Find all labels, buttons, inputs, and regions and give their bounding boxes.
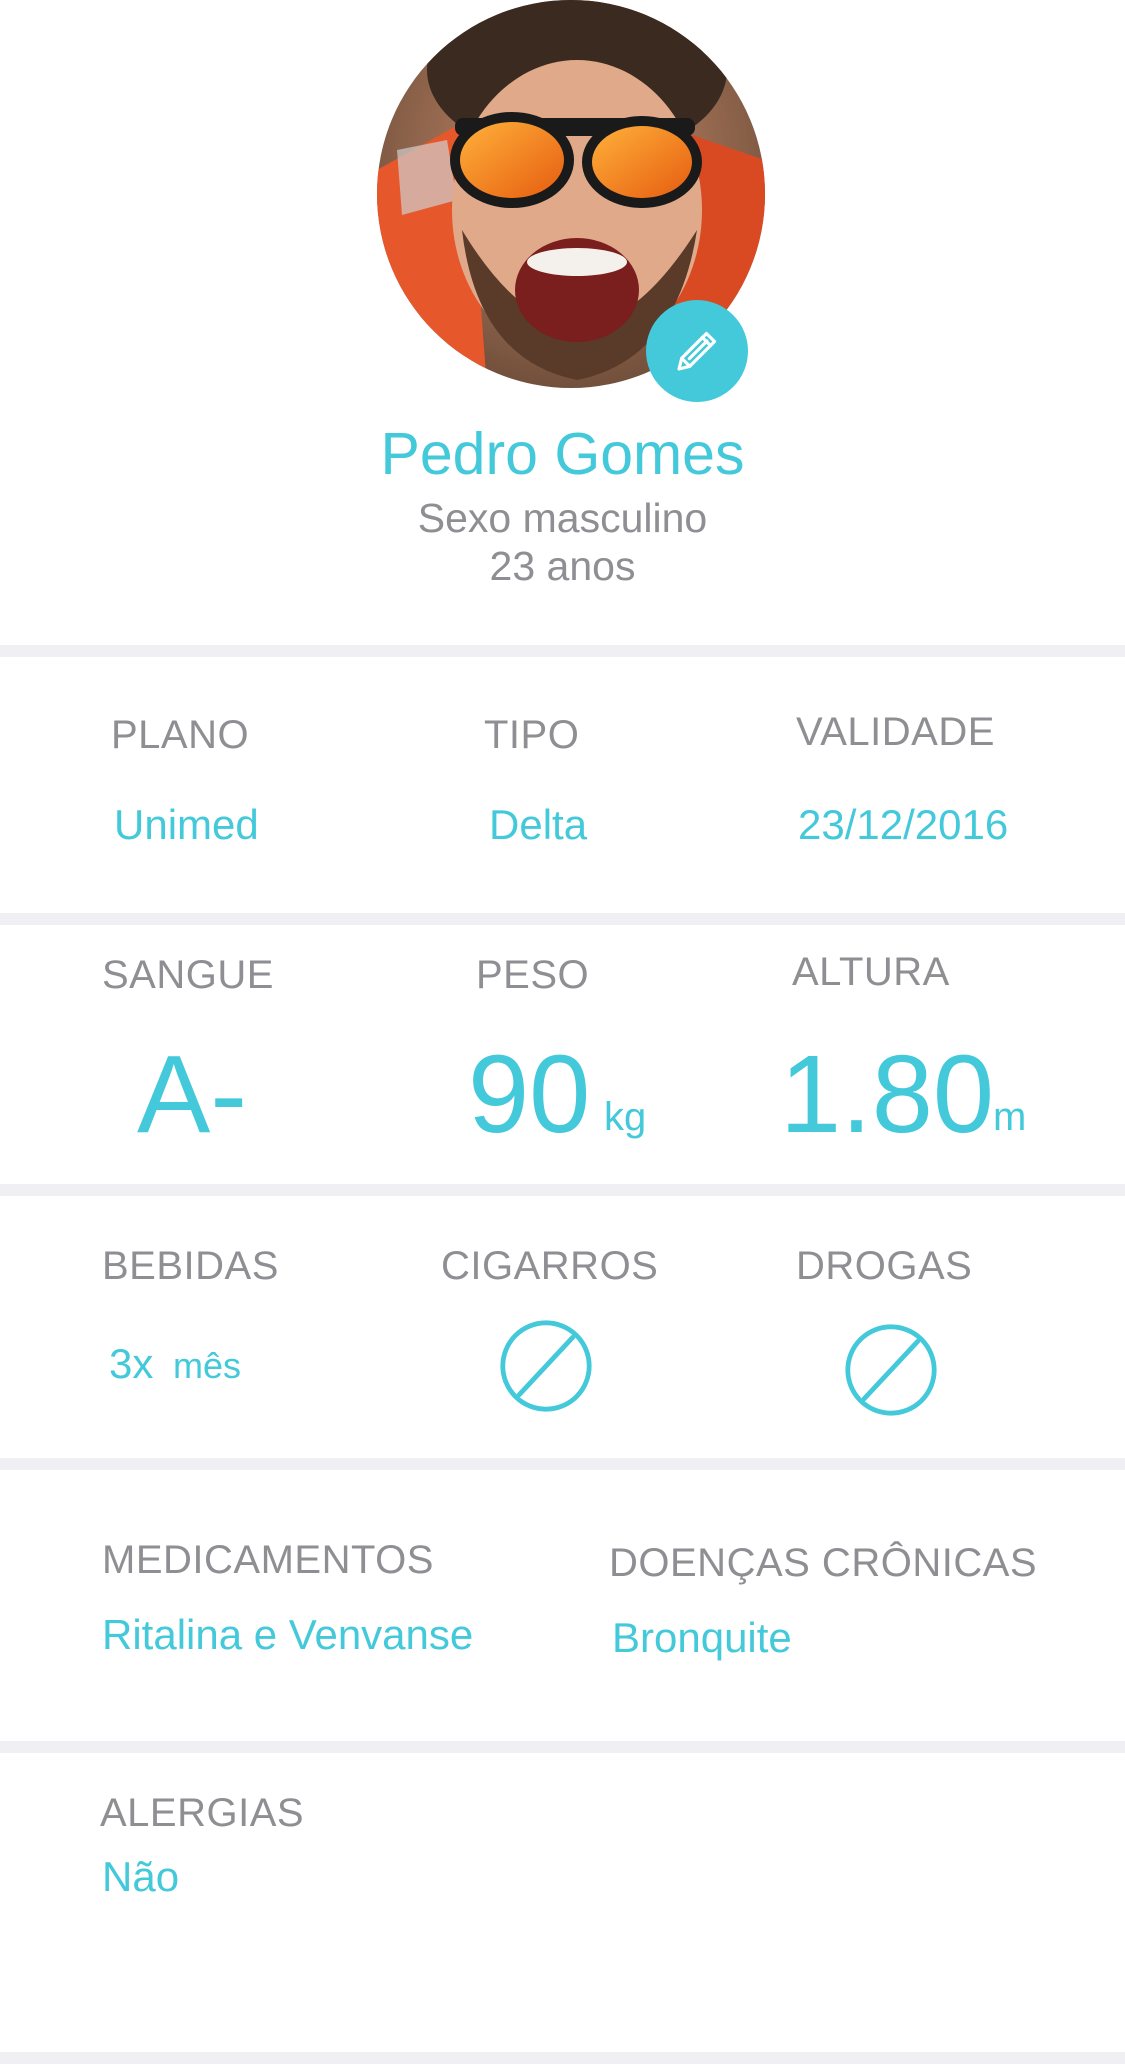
peso-unit: kg bbox=[604, 1095, 647, 1139]
sangue-value: A- bbox=[137, 1033, 247, 1156]
profile-name: Pedro Gomes bbox=[380, 421, 745, 487]
doencas-label: DOENÇAS CRÔNICAS bbox=[609, 1541, 1038, 1585]
altura-value: 1.80 bbox=[780, 1033, 995, 1156]
medicamentos-label: MEDICAMENTOS bbox=[102, 1538, 434, 1582]
alergias-label: ALERGIAS bbox=[100, 1791, 305, 1835]
doencas-value: Bronquite bbox=[612, 1614, 792, 1661]
cigarros-label: CIGARROS bbox=[441, 1244, 659, 1288]
bebidas-label: BEBIDAS bbox=[102, 1244, 279, 1288]
bebidas-value: 3x bbox=[109, 1340, 154, 1387]
plano-value: Unimed bbox=[114, 801, 259, 848]
validade-value: 23/12/2016 bbox=[798, 801, 1009, 848]
bebidas-unit: mês bbox=[173, 1345, 242, 1386]
drogas-label: DROGAS bbox=[796, 1244, 973, 1288]
section-divider bbox=[0, 913, 1125, 925]
plano-label: PLANO bbox=[111, 713, 250, 757]
section-divider bbox=[0, 1741, 1125, 1753]
drogas-prohibited-icon bbox=[843, 1322, 939, 1418]
section-divider bbox=[0, 1458, 1125, 1470]
altura-unit: m bbox=[993, 1095, 1027, 1139]
profile-age: 23 anos bbox=[489, 543, 636, 589]
section-divider bbox=[0, 1184, 1125, 1196]
edit-profile-button[interactable] bbox=[646, 300, 748, 402]
medicamentos-value: Ritalina e Venvanse bbox=[102, 1611, 474, 1658]
section-divider bbox=[0, 2052, 1125, 2064]
sangue-label: SANGUE bbox=[102, 953, 274, 997]
pencil-icon bbox=[677, 331, 717, 371]
peso-value: 90 bbox=[468, 1033, 591, 1156]
altura-label: ALTURA bbox=[792, 950, 950, 994]
cigarros-prohibited-icon bbox=[498, 1318, 594, 1414]
tipo-label: TIPO bbox=[484, 713, 580, 757]
alergias-value: Não bbox=[102, 1853, 180, 1900]
section-divider bbox=[0, 645, 1125, 657]
peso-label: PESO bbox=[476, 953, 590, 997]
profile-sex: Sexo masculino bbox=[417, 495, 708, 541]
validade-label: VALIDADE bbox=[796, 710, 995, 754]
tipo-value: Delta bbox=[489, 801, 588, 848]
